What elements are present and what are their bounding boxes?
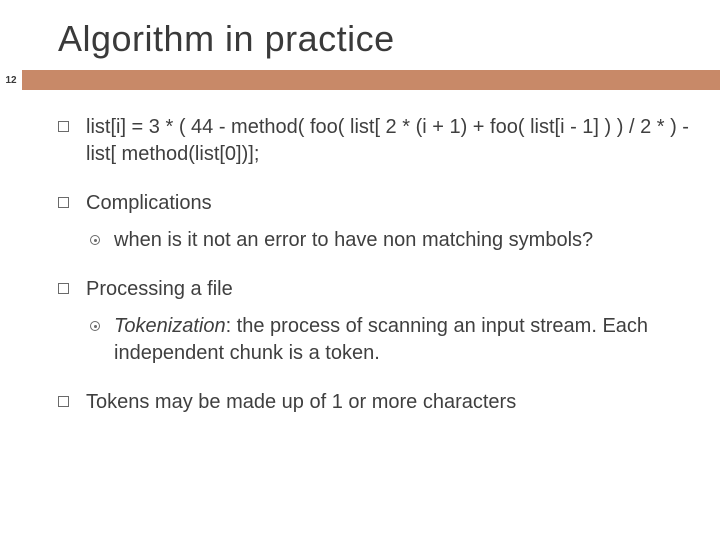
accent-bar-row: 12 [0,70,720,90]
accent-bar [22,70,720,90]
list-item: when is it not an error to have non matc… [86,227,692,254]
list-item: Tokens may be made up of 1 or more chara… [58,389,692,416]
sub-bullet-list: Tokenization: the process of scanning an… [86,313,692,367]
page-number: 12 [0,70,22,90]
bullet-list: list[i] = 3 * ( 44 - method( foo( list[ … [58,114,692,416]
bullet-text: Tokens may be made up of 1 or more chara… [86,391,516,413]
list-item: Complications when is it not an error to… [58,190,692,254]
slide-content: list[i] = 3 * ( 44 - method( foo( list[ … [0,90,720,416]
list-item: Tokenization: the process of scanning an… [86,313,692,367]
bullet-text: Processing a file [86,278,233,300]
list-item: Processing a file Tokenization: the proc… [58,276,692,367]
sub-bullet-emphasis: Tokenization [114,315,226,337]
slide-title: Algorithm in practice [0,0,720,70]
sub-bullet-list: when is it not an error to have non matc… [86,227,692,254]
bullet-text: list[i] = 3 * ( 44 - method( foo( list[ … [86,116,689,165]
sub-bullet-text: when is it not an error to have non matc… [114,229,593,251]
bullet-text: Complications [86,192,212,214]
list-item: list[i] = 3 * ( 44 - method( foo( list[ … [58,114,692,168]
